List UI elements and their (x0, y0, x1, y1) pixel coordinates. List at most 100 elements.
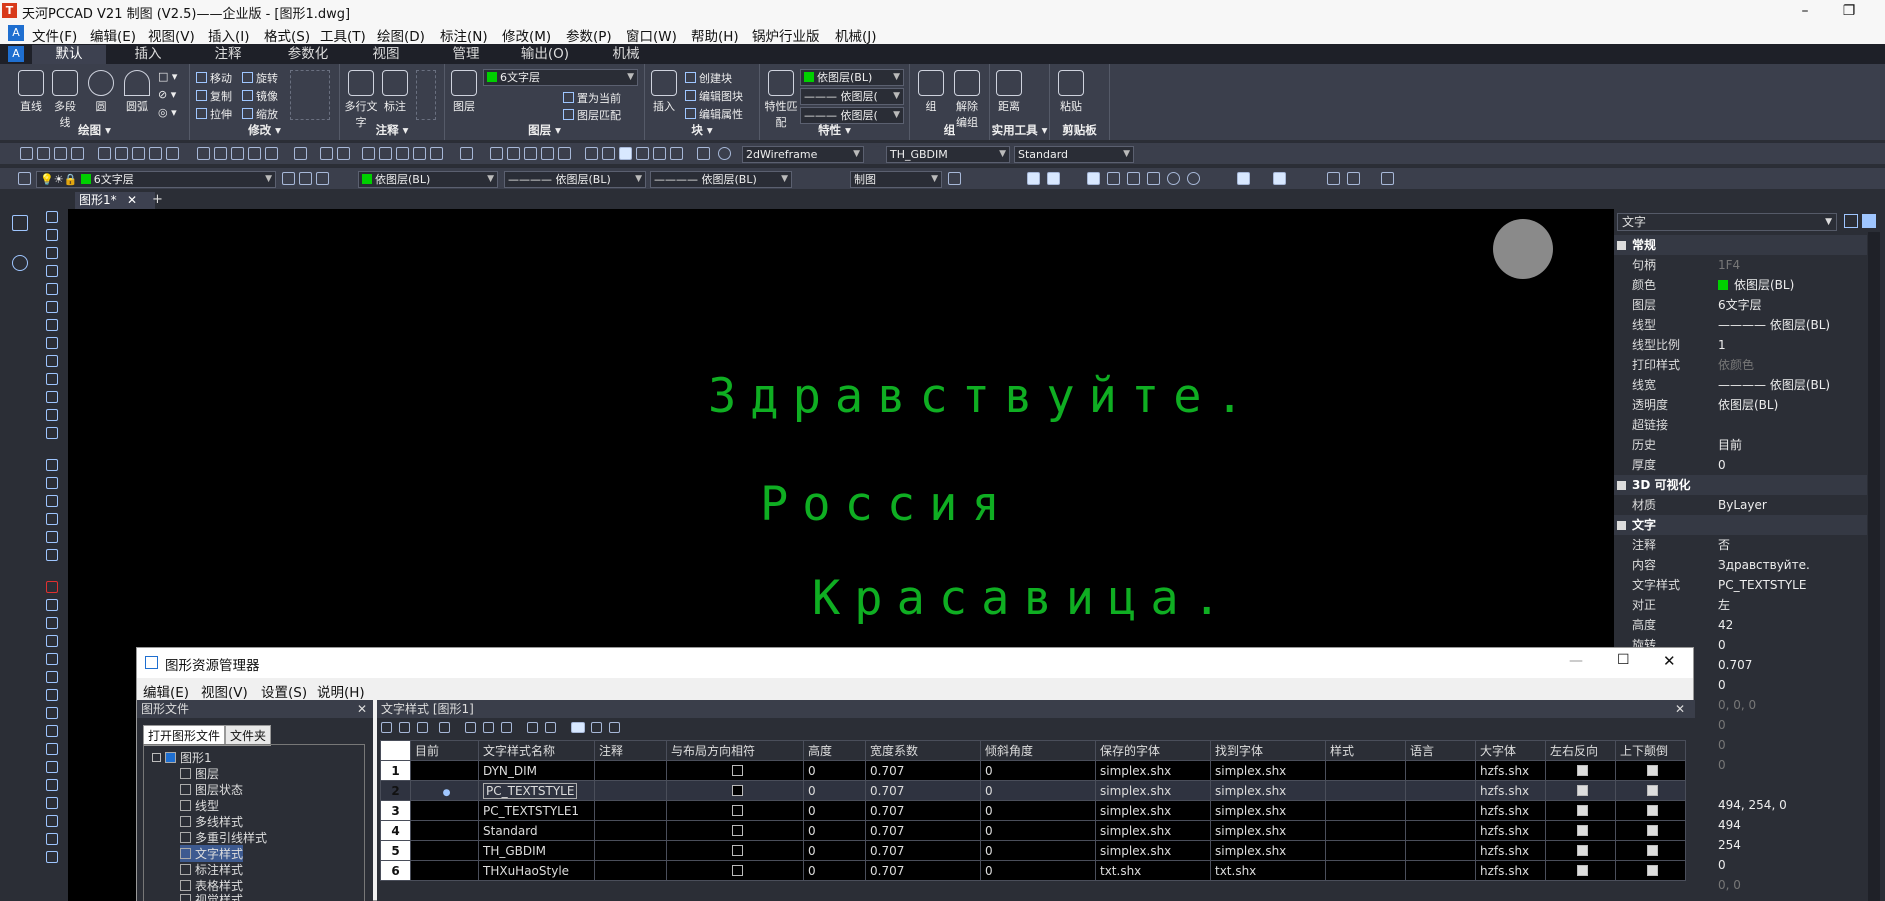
paste-icon[interactable] (231, 147, 244, 160)
brush-tool-icon[interactable] (46, 549, 58, 561)
menu-view[interactable]: 视图(V) (148, 25, 195, 45)
property-row[interactable]: 材质 ByLayer (1614, 495, 1867, 515)
property-row[interactable]: 厚度 0 (1614, 455, 1867, 475)
orientation-cell[interactable] (666, 760, 804, 781)
found-font-cell[interactable]: simplex.shx (1210, 760, 1326, 781)
balloon-icon[interactable] (12, 255, 28, 271)
property-row[interactable]: 线型比例 1 (1614, 335, 1867, 355)
calc-icon[interactable] (670, 147, 683, 160)
orientation-cell[interactable] (666, 840, 804, 861)
annotate-extra-tools[interactable] (416, 70, 436, 120)
ellipse-tool-icon[interactable] (46, 337, 58, 349)
tree-item-dimstyles[interactable]: 标注样式 (180, 861, 243, 878)
text-style-combo[interactable]: Standard ▼ (1014, 146, 1134, 163)
width-cell[interactable]: 0.707 (865, 860, 981, 881)
upside-down-checkbox[interactable] (1647, 784, 1658, 796)
zoom-window-icon[interactable] (524, 147, 537, 160)
saved-font-cell[interactable]: simplex.shx (1095, 780, 1211, 801)
close-icon[interactable]: ✕ (1675, 700, 1685, 718)
orientation-cell[interactable] (666, 800, 804, 821)
create-block-button[interactable]: 创建块 (685, 70, 732, 86)
rotate-tool-icon[interactable] (46, 689, 58, 701)
join-tool-icon[interactable] (46, 797, 58, 809)
upside-down-checkbox[interactable] (1647, 824, 1658, 836)
canvas-text-line-1[interactable]: Здравствуйте. (708, 369, 1258, 424)
ortho-icon[interactable] (1087, 172, 1100, 185)
layer-manager-icon[interactable] (18, 172, 31, 185)
orientation-checkbox[interactable] (731, 804, 743, 816)
property-row[interactable]: 超链接 (1614, 415, 1867, 435)
markup-icon[interactable] (653, 147, 666, 160)
language-cell[interactable] (1405, 820, 1476, 841)
mtext-button[interactable]: 多行文字 (344, 70, 378, 130)
backwards-cell[interactable] (1545, 800, 1616, 821)
ring-snap-icon[interactable] (1187, 172, 1200, 185)
app-button-icon[interactable]: A (8, 46, 24, 62)
property-row[interactable]: 线型 ———— 依图层(BL) (1614, 315, 1867, 335)
tool-c-icon[interactable] (413, 147, 426, 160)
minimize-button[interactable]: – (1782, 0, 1828, 22)
block-tool-icon[interactable] (46, 355, 58, 367)
zoom-extents-icon[interactable] (558, 147, 571, 160)
property-row[interactable]: 线宽 ———— 依图层(BL) (1614, 375, 1867, 395)
tool-palette-icon[interactable] (619, 147, 632, 160)
stretch-tool-icon[interactable] (46, 725, 58, 737)
saved-font-cell[interactable]: txt.shx (1095, 860, 1211, 881)
array-tool-icon[interactable] (46, 653, 58, 665)
properties-icon[interactable] (585, 147, 598, 160)
dialog-minimize-button[interactable]: — (1569, 653, 1583, 669)
section-3d-visualization[interactable]: 3D 可视化 (1614, 475, 1867, 495)
orientation-checkbox[interactable] (731, 844, 743, 856)
point-tool-icon[interactable] (46, 373, 58, 385)
rect-tool-icon[interactable] (46, 283, 58, 295)
rotate-button[interactable]: 旋转 (242, 70, 278, 86)
undo-icon[interactable] (320, 147, 333, 160)
style-cell[interactable] (1325, 840, 1406, 861)
dialog-menu-help[interactable]: 说明(H) (317, 681, 365, 701)
property-row[interactable]: 历史 目前 (1614, 435, 1867, 455)
dialog-menu-view[interactable]: 视图(V) (201, 681, 248, 701)
text-a-tool-icon[interactable] (46, 531, 58, 543)
col-language[interactable]: 语言 (1405, 740, 1476, 761)
annotative-cell[interactable] (594, 860, 667, 881)
found-font-cell[interactable]: simplex.shx (1210, 800, 1326, 821)
tab-default[interactable]: 默认 (32, 45, 106, 64)
current-cell[interactable] (410, 820, 479, 841)
annotative-cell[interactable] (594, 820, 667, 841)
table-row[interactable]: 5 TH_GBDIM 0 0.707 0 simplex.shx simplex.shx hz… (380, 840, 1686, 861)
menu-edit[interactable]: 编辑(E) (90, 25, 136, 45)
copy-icon[interactable] (214, 147, 227, 160)
annotative-cell[interactable] (594, 760, 667, 781)
current-cell[interactable]: ● (410, 780, 479, 801)
scale-tool-icon[interactable] (46, 707, 58, 719)
property-row[interactable]: 文字样式 PC_TEXTSTYLE (1614, 575, 1867, 595)
sc-icon[interactable] (1347, 172, 1360, 185)
line-tool-icon[interactable] (46, 211, 58, 223)
section-text[interactable]: 文字 (1614, 515, 1867, 535)
tab-open-drawings[interactable]: 打开图形文件 (143, 725, 226, 746)
annot-tool-icon[interactable] (46, 495, 58, 507)
name-cell[interactable]: PC_TEXTSTYLE1 (478, 800, 595, 821)
open-icon[interactable] (37, 147, 50, 160)
move-tool-icon[interactable] (46, 671, 58, 683)
backwards-checkbox[interactable] (1577, 764, 1588, 776)
bigfont-cell[interactable]: hzfs.shx (1475, 820, 1546, 841)
backwards-cell[interactable] (1545, 860, 1616, 881)
upside-cell[interactable] (1615, 780, 1686, 801)
plot-icon[interactable] (149, 147, 162, 160)
canvas-text-line-2[interactable]: Россия (760, 477, 1014, 532)
orientation-cell[interactable] (666, 820, 804, 841)
polar-icon[interactable] (1107, 172, 1120, 185)
height-cell[interactable]: 0 (803, 840, 866, 861)
snap-icon[interactable] (1027, 172, 1040, 185)
circle-tool-icon[interactable] (46, 265, 58, 277)
backwards-cell[interactable] (1545, 760, 1616, 781)
width-cell[interactable]: 0.707 (865, 840, 981, 861)
mirror-button[interactable]: 镜像 (242, 88, 278, 104)
region-tool[interactable]: ◎ ▾ (158, 106, 177, 119)
saved-font-cell[interactable]: simplex.shx (1095, 840, 1211, 861)
layer-toolbar-combo[interactable]: 💡☀🔒 6文字层 ▼ (36, 171, 276, 188)
height-cell[interactable]: 0 (803, 820, 866, 841)
orientation-cell[interactable] (666, 860, 804, 881)
found-font-cell[interactable]: txt.shx (1210, 860, 1326, 881)
